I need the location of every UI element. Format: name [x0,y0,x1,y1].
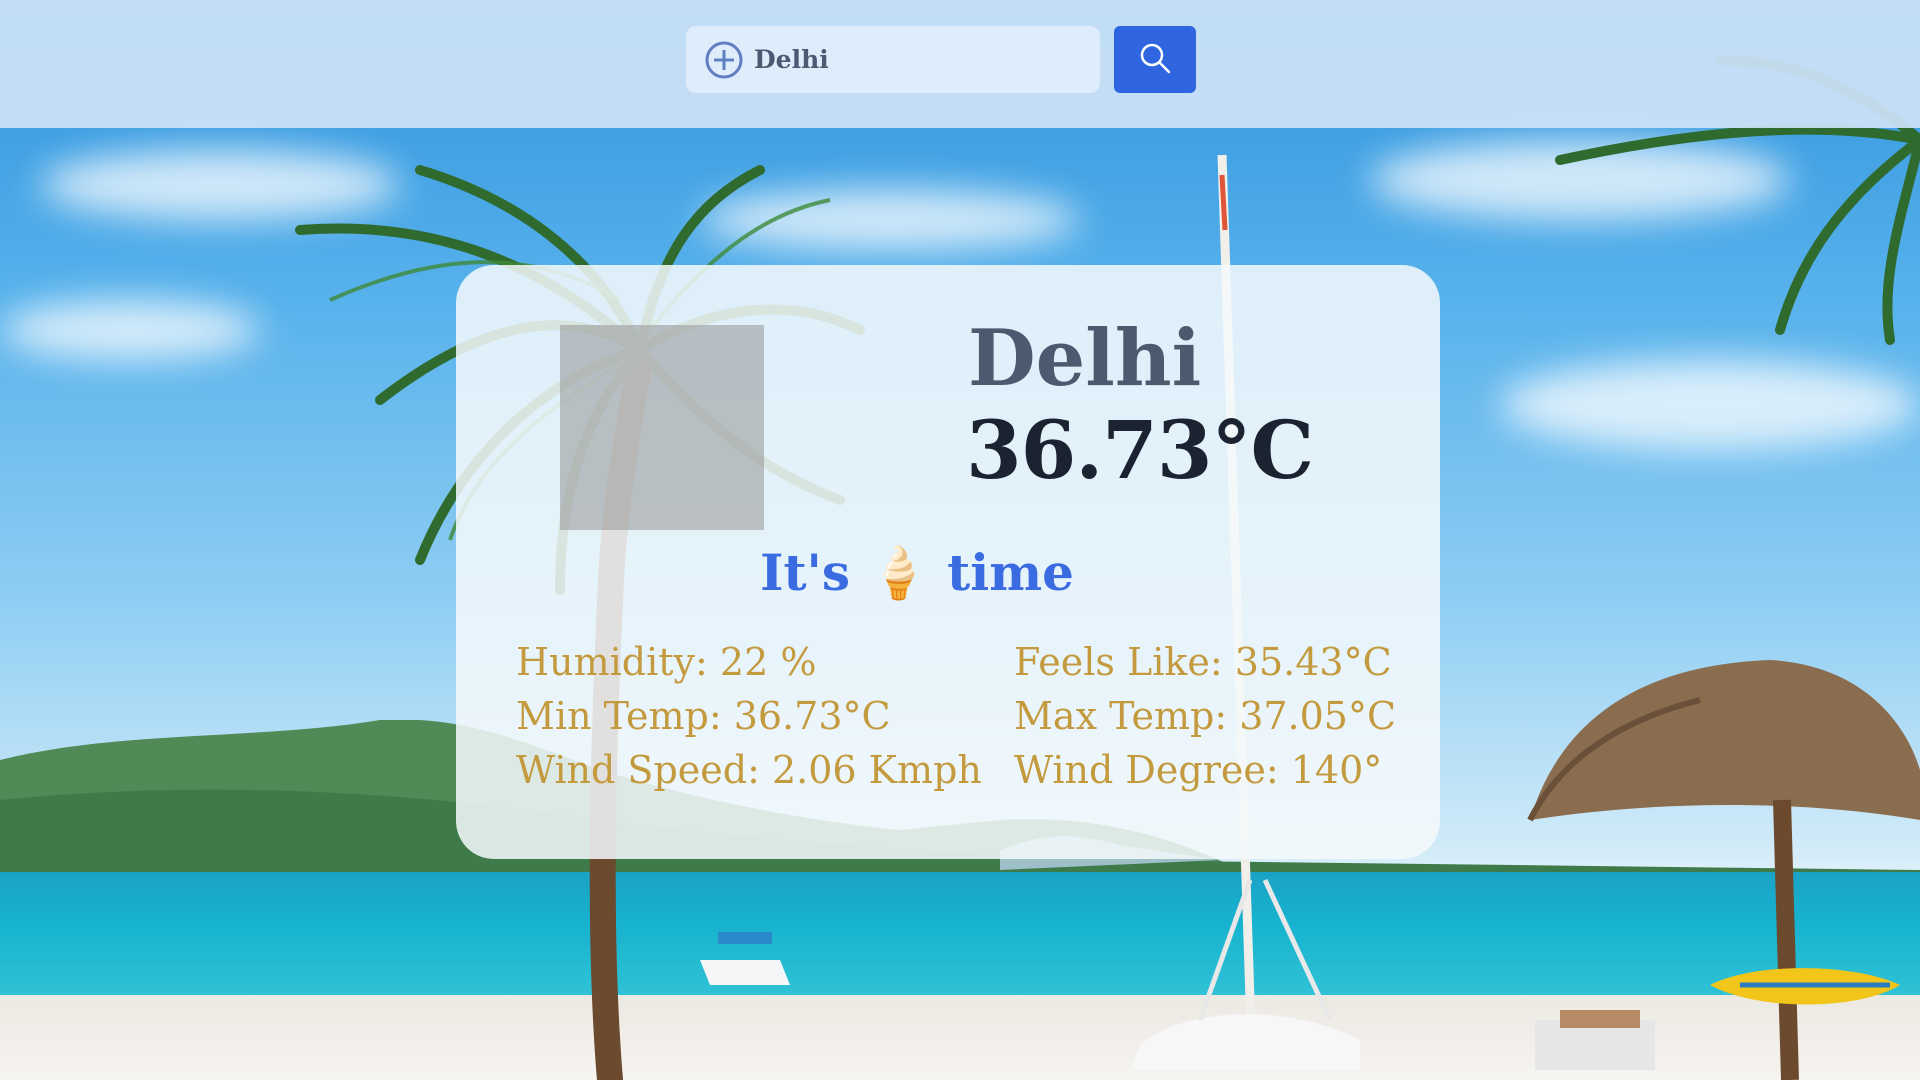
plus-circle-icon[interactable] [704,40,744,80]
max-temp: Max Temp: 37.05°C [1014,694,1397,738]
weather-card: Delhi 36.73°C It's 🍦 time Humidity: 22 %… [456,265,1440,859]
weather-message: It's 🍦 time [456,543,1440,603]
min-temp: Min Temp: 36.73°C [516,694,891,738]
city-name: Delhi [968,313,1202,404]
header-bar [0,0,1920,128]
message-prefix: It's [760,543,851,602]
message-suffix: time [947,543,1074,602]
wind-speed: Wind Speed: 2.06 Kmph [516,748,982,792]
search-icon [1138,41,1172,79]
background-scene: Delhi 36.73°C It's 🍦 time Humidity: 22 %… [0,0,1920,1080]
search-box[interactable] [686,26,1100,93]
weather-icon [560,325,764,530]
search-button[interactable] [1114,26,1196,93]
feels-like: Feels Like: 35.43°C [1014,640,1392,684]
temperature: 36.73°C [966,403,1314,497]
wind-degree: Wind Degree: 140° [1014,748,1383,792]
ice-cream-icon: 🍦 [867,543,930,602]
city-search-input[interactable] [752,44,1076,75]
weather-details: Humidity: 22 % Feels Like: 35.43°C Min T… [516,638,1416,794]
humidity: Humidity: 22 % [516,640,817,684]
